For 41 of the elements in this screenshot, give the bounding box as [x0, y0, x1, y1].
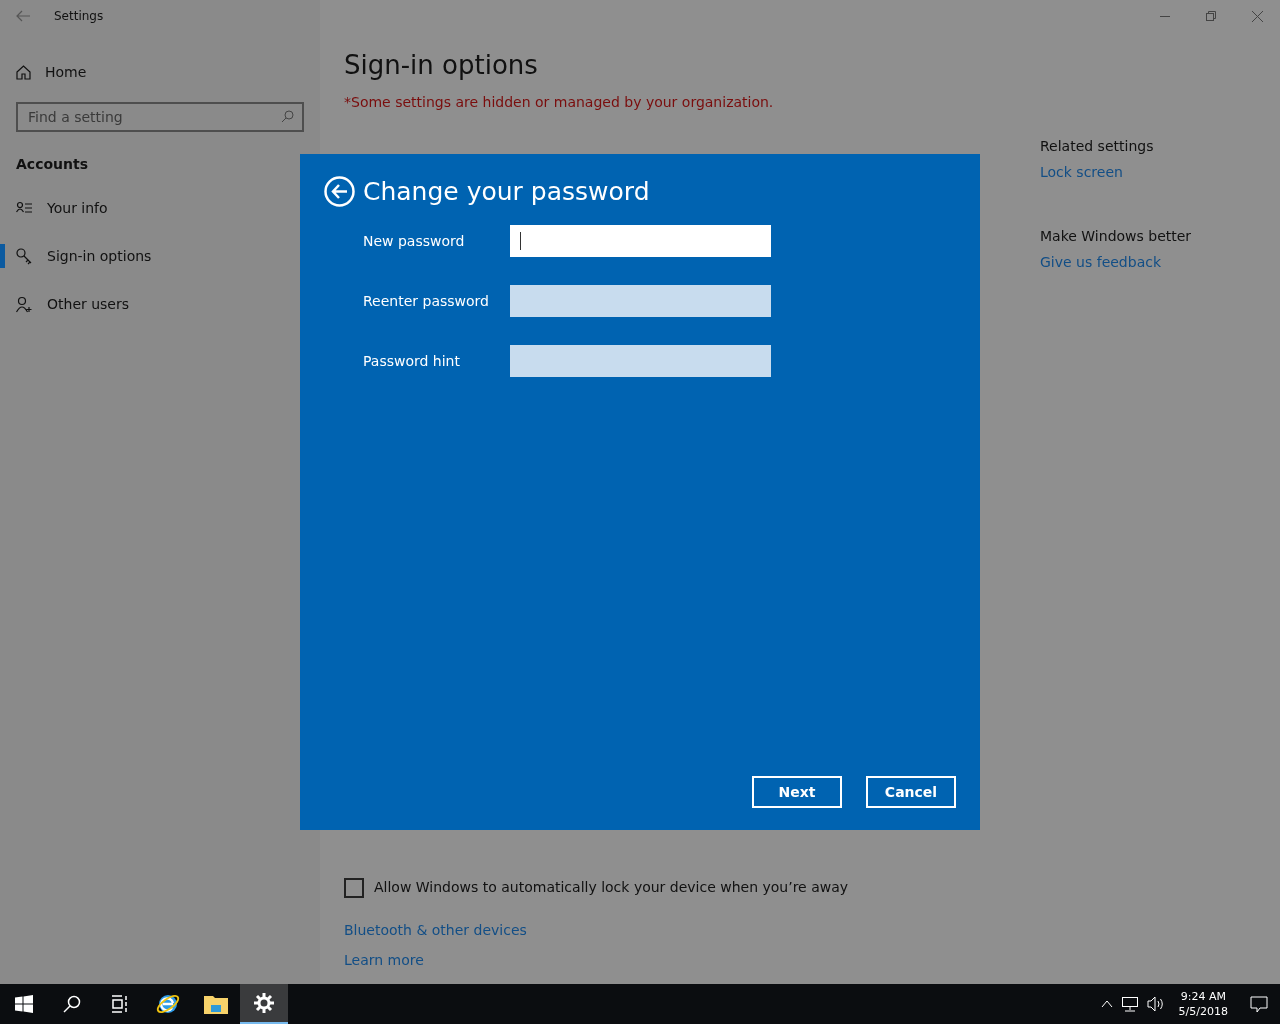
section-heading: Accounts: [15, 156, 89, 172]
nav-item[interactable]: Sign-in options: [0, 232, 320, 280]
nav-item[interactable]: Your info: [0, 184, 320, 232]
password-field[interactable]: [510, 285, 771, 317]
network-icon[interactable]: [1120, 996, 1139, 1012]
speaker-icon[interactable]: [1146, 996, 1165, 1012]
nav-item[interactable]: Other users: [0, 280, 320, 328]
person-add-icon: [16, 295, 33, 313]
clock[interactable]: 9:24 AM 5/5/2018: [1178, 989, 1228, 1019]
field-label: Password hint: [363, 353, 461, 369]
dialog-button[interactable]: Cancel: [866, 776, 956, 808]
password-field[interactable]: [510, 225, 771, 257]
person-list-icon: [16, 201, 33, 215]
settings-icon: [254, 993, 274, 1013]
checkbox[interactable]: [344, 878, 364, 898]
search-icon: [281, 110, 294, 123]
minimize-icon[interactable]: [1160, 15, 1170, 17]
taskbar-button[interactable]: [240, 984, 288, 1024]
restore-icon[interactable]: [1206, 11, 1216, 21]
close-icon[interactable]: [1251, 10, 1263, 22]
related-heading: Make Windows better: [1040, 228, 1192, 244]
search-icon: [63, 995, 81, 1013]
search-field[interactable]: Find a setting: [16, 102, 304, 132]
task-view-icon: [111, 995, 129, 1013]
page-title: Sign-in options: [344, 50, 539, 80]
home-link[interactable]: Home: [45, 64, 87, 80]
window-title: Settings: [54, 9, 104, 23]
windows-logo-icon: [15, 995, 33, 1013]
managed-notice: *Some settings are hidden or managed by your organization.: [344, 94, 775, 110]
field-label: Reenter password: [363, 293, 490, 309]
dialog-title: Change your password: [363, 177, 650, 206]
related-heading: Related settings: [1040, 138, 1155, 154]
password-field[interactable]: [510, 345, 771, 377]
folder-icon: [204, 994, 228, 1014]
home-icon: [16, 64, 31, 80]
dialog-button[interactable]: Next: [752, 776, 842, 808]
field-label: New password: [363, 233, 466, 249]
key-icon: [16, 247, 33, 265]
chevron-up-icon[interactable]: [1100, 1000, 1113, 1008]
checkbox-label: Allow Windows to automatically lock your device when you’re away: [374, 878, 849, 897]
notification-icon[interactable]: [1250, 995, 1268, 1013]
